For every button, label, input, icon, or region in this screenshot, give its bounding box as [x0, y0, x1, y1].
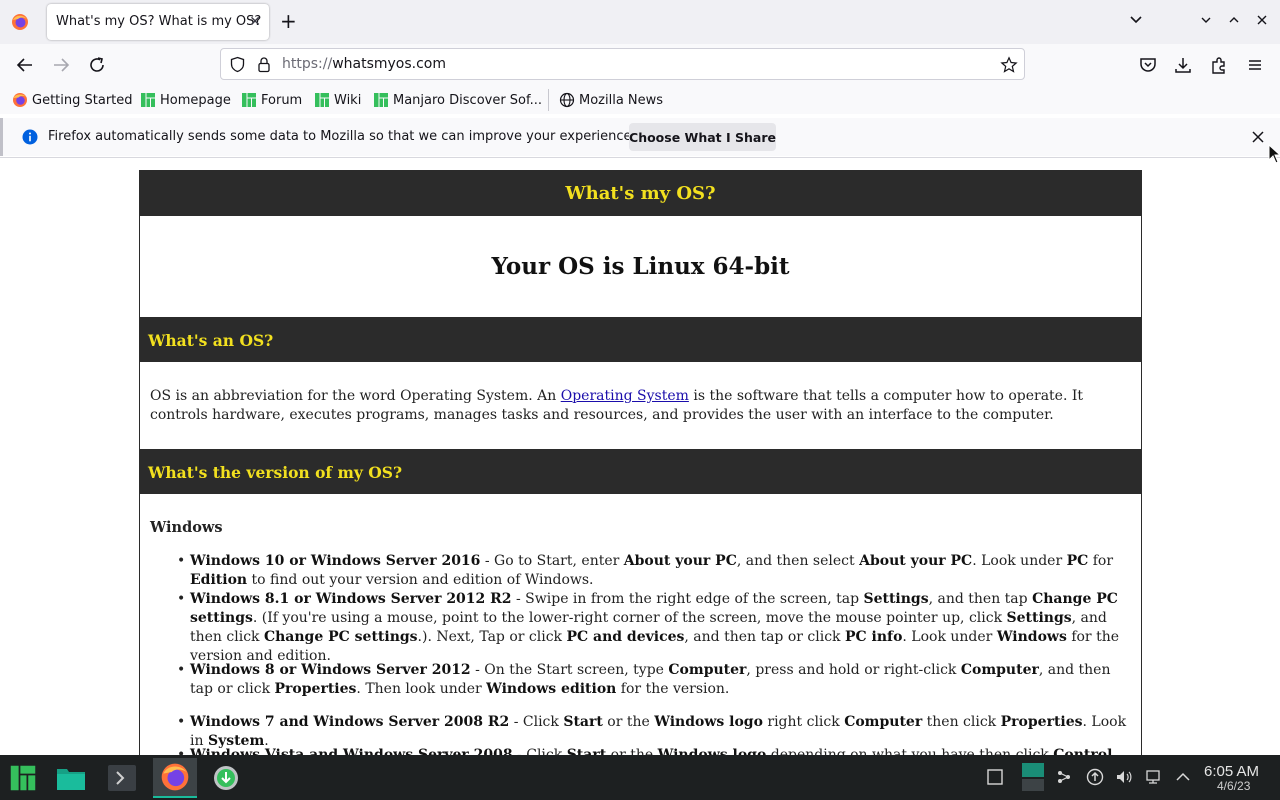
bookmark-homepage[interactable]: Homepage: [140, 90, 231, 110]
paragraph-text: OS is an abbreviation for the word Opera…: [150, 388, 561, 404]
new-tab-plus-icon[interactable]: +: [280, 10, 297, 32]
pager-workspace: [1022, 779, 1044, 791]
bookmark-star-icon[interactable]: [1000, 56, 1018, 74]
terminal-icon: [108, 765, 136, 791]
maximize-chevron-icon[interactable]: [1226, 12, 1242, 28]
lock-icon[interactable]: [256, 56, 272, 73]
manjaro-icon: [374, 93, 388, 107]
tab-title: What's my OS? What is my OS?: [56, 14, 262, 29]
screen: What's my OS? What is my OS? ✕ + https:/…: [0, 0, 1280, 800]
section-header-what-is-os: What's an OS?: [139, 318, 1142, 362]
bookmark-label: Forum: [261, 92, 303, 108]
bookmark-mozilla-news[interactable]: Mozilla News: [559, 90, 663, 110]
bookmark-label: Homepage: [160, 92, 231, 108]
bookmark-getting-started[interactable]: Getting Started: [12, 90, 133, 110]
url-scheme: https://: [282, 56, 333, 72]
os-result-box: Your OS is Linux 64-bit: [139, 216, 1142, 318]
taskbar-file-manager[interactable]: [54, 761, 88, 795]
manjaro-icon: [242, 93, 256, 107]
taskbar-terminal[interactable]: [105, 761, 139, 795]
bookmark-label: Mozilla News: [579, 92, 664, 108]
list-item: Windows 10 or Windows Server 2016 - Go t…: [177, 552, 1130, 590]
os-result-text: Your OS is Linux 64-bit: [491, 253, 790, 280]
menu-hamburger-icon[interactable]: [1245, 55, 1265, 75]
url-text: https://whatsmyos.com: [282, 56, 446, 72]
bookmark-label: Wiki: [334, 92, 362, 108]
close-window-icon[interactable]: [1254, 12, 1270, 28]
choose-what-i-share-button[interactable]: Choose What I Share: [629, 123, 776, 151]
show-desktop-icon[interactable]: [986, 768, 1004, 786]
mouse-cursor-icon: [1268, 144, 1280, 164]
bookmarks-toolbar: Getting Started Homepage Forum Wiki Manj…: [0, 86, 1280, 114]
list-all-tabs-chevron-icon[interactable]: [1128, 12, 1144, 28]
section-header-os-version: What's the version of my OS?: [139, 450, 1142, 494]
list-item: Windows Vista and Windows Server 2008 - …: [177, 746, 1130, 755]
minimize-chevron-icon[interactable]: [1198, 12, 1214, 28]
globe-icon: [559, 92, 575, 108]
info-icon: [22, 129, 38, 145]
taskbar-firefox[interactable]: [153, 758, 197, 798]
close-notification-icon[interactable]: [1250, 129, 1266, 145]
web-page-content: What's my OS? Your OS is Linux 64-bit Wh…: [0, 158, 1280, 755]
clock-time[interactable]: 6:05 AM: [1204, 763, 1259, 780]
downloads-icon[interactable]: [1173, 55, 1193, 75]
folder-icon: [57, 769, 85, 790]
system-tray-expand-chevron-icon[interactable]: [1174, 768, 1192, 786]
address-bar[interactable]: https://whatsmyos.com: [220, 48, 1025, 80]
tab-active[interactable]: What's my OS? What is my OS? ✕: [47, 4, 269, 40]
taskbar: 6:05 AM 4/6/23: [0, 755, 1280, 800]
forward-arrow-icon[interactable]: [51, 55, 71, 75]
operating-system-link[interactable]: Operating System: [561, 388, 689, 404]
bookmark-label: Getting Started: [32, 92, 133, 108]
application-launcher-button[interactable]: [6, 761, 40, 795]
os-definition-paragraph: OS is an abbreviation for the word Opera…: [150, 387, 1125, 425]
windows-subtitle: Windows: [150, 519, 223, 536]
section-body-os-version: Windows Windows 10 or Windows Server 201…: [139, 494, 1142, 755]
updates-tray-icon[interactable]: [1086, 768, 1104, 786]
notification-text: Firefox automatically sends some data to…: [48, 129, 636, 144]
bookmark-manjaro-discover[interactable]: Manjaro Discover Sof...: [373, 90, 542, 110]
pocket-icon[interactable]: [1138, 55, 1158, 75]
clock-date[interactable]: 4/6/23: [1217, 779, 1250, 793]
tab-close-icon[interactable]: ✕: [249, 14, 261, 30]
bookmark-forum[interactable]: Forum: [241, 90, 302, 110]
download-update-icon: [214, 766, 238, 790]
section-title: What's the version of my OS?: [148, 463, 403, 482]
pager-active-workspace: [1022, 763, 1044, 777]
url-host: whatsmyos.com: [332, 56, 447, 72]
taskbar-software-updater[interactable]: [209, 761, 243, 795]
network-wired-icon[interactable]: [1145, 768, 1163, 786]
firefox-icon: [13, 93, 27, 107]
manjaro-icon: [315, 93, 329, 107]
data-collection-notification: Firefox automatically sends some data to…: [0, 118, 1280, 156]
manjaro-icon: [141, 93, 155, 107]
volume-icon[interactable]: [1115, 768, 1133, 786]
site-header: What's my OS?: [139, 170, 1142, 216]
back-arrow-icon[interactable]: [15, 55, 35, 75]
bookmark-label: Manjaro Discover Sof...: [393, 92, 543, 108]
list-item: Windows 8 or Windows Server 2012 - On th…: [177, 661, 1130, 699]
site-title: What's my OS?: [565, 182, 716, 204]
bookmark-wiki[interactable]: Wiki: [314, 90, 361, 110]
section-body-what-is-os: OS is an abbreviation for the word Opera…: [139, 362, 1142, 450]
tracking-shield-icon[interactable]: [229, 56, 246, 73]
section-title: What's an OS?: [148, 331, 274, 350]
firefox-view-icon[interactable]: [11, 13, 29, 31]
extensions-puzzle-icon[interactable]: [1209, 55, 1229, 75]
navigation-toolbar: https://whatsmyos.com: [0, 44, 1280, 86]
bookmark-separator: [548, 89, 549, 111]
manjaro-icon: [10, 765, 36, 791]
firefox-icon: [161, 763, 189, 791]
tab-strip: What's my OS? What is my OS? ✕ +: [0, 0, 1280, 44]
pager-desktop[interactable]: [1022, 763, 1044, 791]
kde-connect-icon[interactable]: [1055, 768, 1073, 786]
reload-icon[interactable]: [87, 55, 107, 75]
list-item: Windows 8.1 or Windows Server 2012 R2 - …: [177, 590, 1130, 666]
